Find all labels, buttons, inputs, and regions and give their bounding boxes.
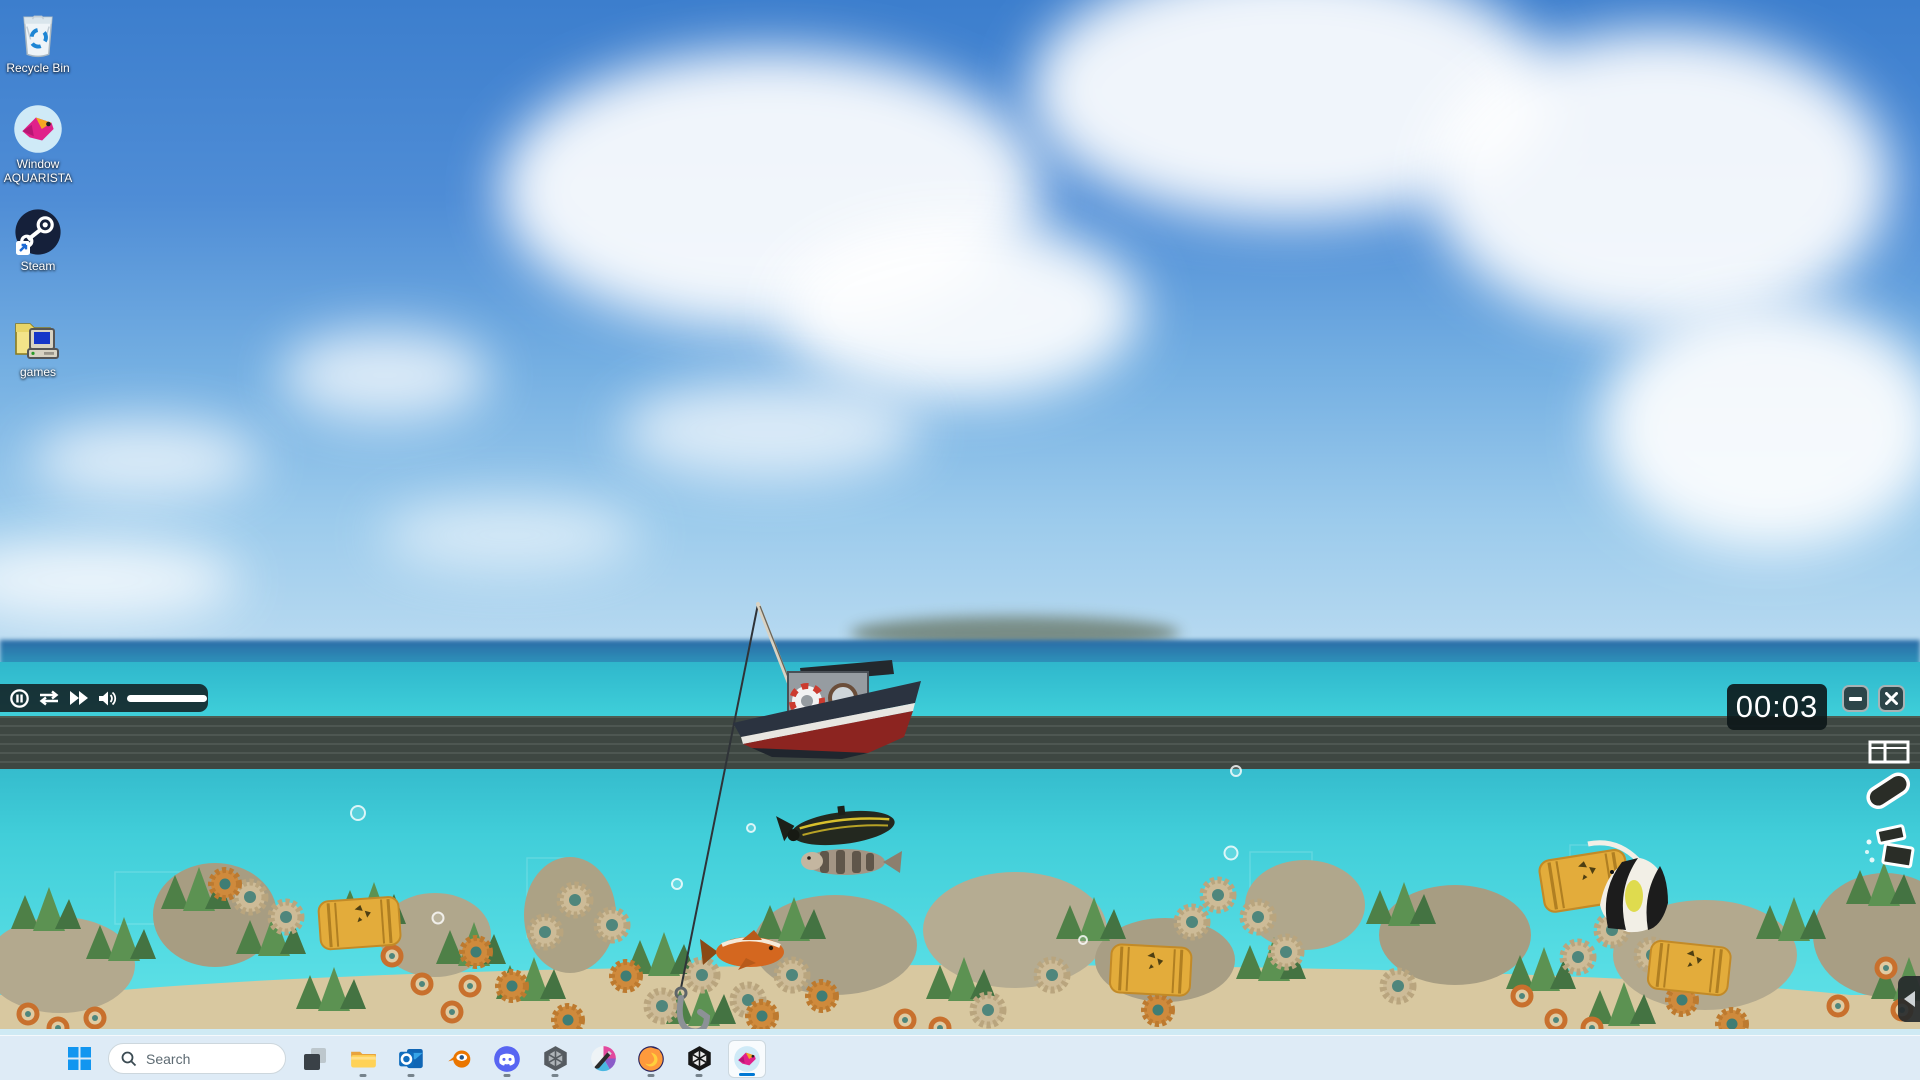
krita-icon <box>590 1045 617 1072</box>
sponge-tool-button[interactable] <box>1858 766 1914 821</box>
running-indicator <box>504 1074 511 1077</box>
sponge-icon <box>1858 766 1914 816</box>
desktop-icon-aquarista[interactable]: Window AQUARISTA <box>0 104 84 185</box>
running-indicator <box>696 1074 703 1077</box>
unity-icon <box>542 1045 569 1072</box>
task-view-button[interactable] <box>296 1040 334 1078</box>
desktop-icon-label: Window AQUARISTA <box>0 157 84 185</box>
outlook-icon <box>398 1045 425 1072</box>
aquarista-fish-icon <box>13 104 63 154</box>
close-button[interactable] <box>1878 685 1905 712</box>
running-indicator <box>552 1074 559 1077</box>
sand-edge <box>0 1029 1920 1035</box>
task-view-icon <box>303 1047 327 1071</box>
start-button[interactable] <box>60 1040 98 1078</box>
recycle-bin-icon <box>15 8 61 58</box>
shortcut-arrow-icon <box>16 241 30 255</box>
volume-icon[interactable] <box>98 690 118 707</box>
active-indicator <box>739 1073 755 1076</box>
desktop-icon-label: Recycle Bin <box>0 61 84 75</box>
desktop-icon-label: Steam <box>0 259 84 273</box>
running-indicator <box>408 1074 415 1077</box>
taskbar-app-unity[interactable] <box>536 1040 574 1078</box>
desktop-icon-steam[interactable]: Steam <box>0 208 84 273</box>
discord-icon <box>493 1045 521 1073</box>
search-box[interactable]: Search <box>108 1043 286 1074</box>
desktop-icon-recycle-bin[interactable]: Recycle Bin <box>0 8 84 75</box>
taskbar-app-discord[interactable] <box>488 1040 526 1078</box>
firefox-icon <box>637 1045 665 1073</box>
desktop-icon-games[interactable]: games <box>0 314 84 379</box>
water-surface-band <box>0 716 1920 769</box>
fast-forward-icon[interactable] <box>69 690 89 706</box>
taskbar-app-krita[interactable] <box>584 1040 622 1078</box>
food-tool-button[interactable] <box>1862 822 1920 879</box>
food-icon <box>1862 822 1920 874</box>
taskbar-app-outlook[interactable] <box>392 1040 430 1078</box>
close-icon <box>1885 692 1898 705</box>
taskbar-app-file-explorer[interactable] <box>344 1040 382 1078</box>
running-indicator <box>648 1074 655 1077</box>
collapse-arrow-icon <box>1904 991 1915 1007</box>
volume-slider[interactable] <box>127 695 207 702</box>
blender-icon <box>446 1045 473 1072</box>
game-timer: 00:03 <box>1727 684 1827 730</box>
search-placeholder: Search <box>146 1051 190 1067</box>
aquarista-taskbar-icon <box>733 1045 761 1073</box>
taskbar-app-blender[interactable] <box>440 1040 478 1078</box>
running-indicator <box>360 1074 367 1077</box>
taskbar-app-aquarista[interactable] <box>728 1040 766 1078</box>
coral-reef <box>0 830 1920 1035</box>
panels-tool-button[interactable] <box>1868 740 1910 769</box>
sea-surface <box>0 662 1920 718</box>
minimize-button[interactable] <box>1842 685 1869 712</box>
desktop-icon-label: games <box>0 365 84 379</box>
timer-value: 00:03 <box>1736 689 1819 725</box>
media-control-bar <box>0 684 208 712</box>
shuffle-icon[interactable] <box>38 690 60 706</box>
games-folder-icon <box>12 314 64 362</box>
panels-icon <box>1868 740 1910 764</box>
taskbar-app-firefox[interactable] <box>632 1040 670 1078</box>
search-icon <box>121 1051 137 1067</box>
file-explorer-icon <box>350 1045 377 1072</box>
windows-logo-icon <box>67 1046 92 1071</box>
taskbar: Search <box>0 1035 1920 1080</box>
taskbar-app-unity-hub[interactable] <box>680 1040 718 1078</box>
pause-icon[interactable] <box>10 689 29 708</box>
collapse-arrow-button[interactable] <box>1898 976 1920 1022</box>
minimize-icon <box>1849 697 1862 701</box>
unity-hub-icon <box>686 1045 713 1072</box>
steam-icon <box>14 208 62 256</box>
